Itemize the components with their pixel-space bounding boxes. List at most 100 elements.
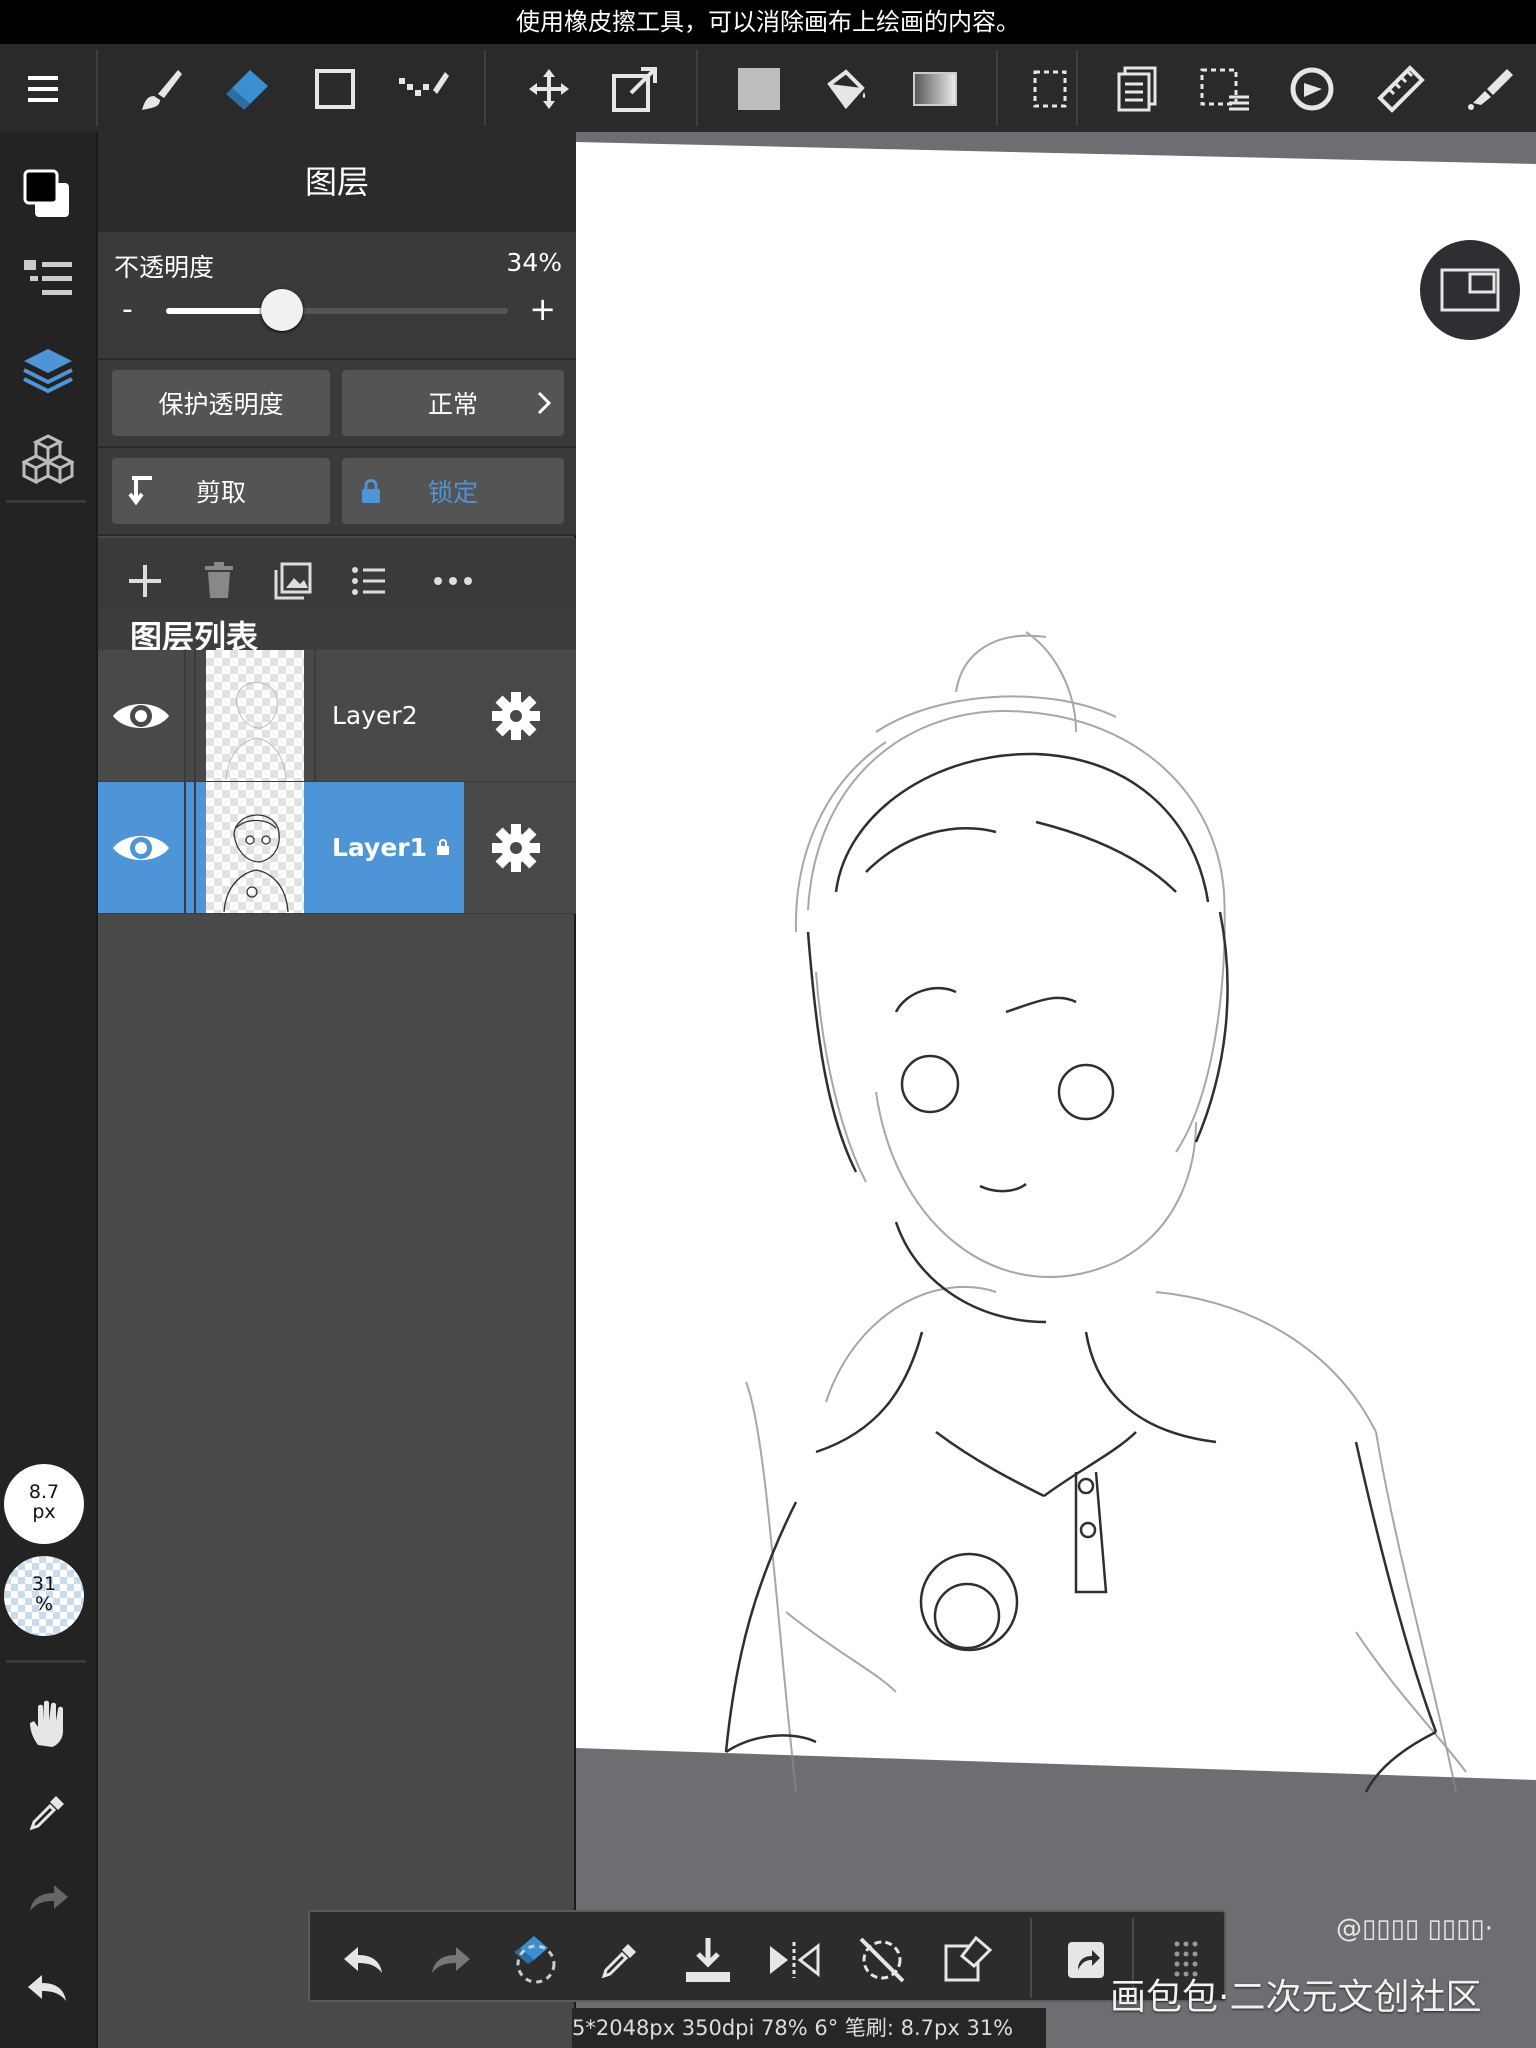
toolbar-divider [484, 50, 486, 126]
opacity-row: 不透明度 34% - + [98, 232, 576, 360]
opacity-minus-button[interactable]: - [122, 292, 133, 327]
lock-button[interactable]: 锁定 [342, 458, 564, 524]
perspective-icon[interactable] [1462, 62, 1516, 116]
opacity-slider-knob[interactable] [261, 289, 304, 331]
flip-icon[interactable] [766, 1932, 822, 1988]
top-toolbar [0, 44, 1536, 132]
blend-mode-button[interactable]: 正常 [342, 370, 564, 436]
eraser-icon[interactable] [220, 62, 274, 116]
layer-row-layer1[interactable]: Layer1 [98, 782, 576, 914]
canvas-preview-button[interactable] [1420, 240, 1520, 340]
materials-icon[interactable] [18, 428, 78, 488]
app: 使用橡皮擦工具，可以消除画布上绘画的内容。 8.7 px 31 % 图层 不透明… [0, 0, 1536, 2048]
redo-icon[interactable] [18, 1868, 78, 1928]
eye-icon [113, 703, 169, 728]
protect-alpha-button[interactable]: 保护透明度 [112, 370, 330, 436]
layer-thumbnail [206, 782, 304, 913]
layer-panel: 图层 不透明度 34% - + 保护透明度 正常 剪取 锁定 图层列表 Laye… [96, 132, 576, 2048]
layer-settings-icon[interactable] [490, 822, 542, 874]
clip-arrow-icon [128, 476, 152, 506]
protect-alpha-label: 保护透明度 [158, 390, 284, 419]
layer-name: Layer2 [332, 701, 418, 730]
drawing-canvas[interactable] [576, 132, 1536, 2048]
copy-layer-icon[interactable] [1110, 62, 1164, 116]
more-options-icon[interactable] [428, 556, 478, 606]
eyedropper-icon[interactable] [18, 1782, 78, 1842]
rectangle-icon[interactable] [308, 62, 362, 116]
status-bar: 5*2048px 350dpi 78% 6° 笔刷: 8.7px 31% [572, 2008, 1046, 2048]
dot-brush-icon[interactable] [396, 62, 450, 116]
toolbar-divider [96, 50, 98, 126]
row-divider [314, 782, 316, 913]
visibility-toggle[interactable] [98, 650, 186, 781]
bottom-divider [1030, 1918, 1032, 1998]
brush-opacity-button[interactable]: 31 % [4, 1556, 84, 1636]
clear-layer-icon[interactable] [940, 1932, 996, 1988]
hand-icon[interactable] [18, 1694, 78, 1754]
menu-icon[interactable] [16, 62, 70, 116]
save-download-icon[interactable] [680, 1932, 736, 1988]
gradient-icon[interactable] [908, 62, 962, 116]
list-icon[interactable] [344, 556, 394, 606]
color-swatch-icon[interactable] [18, 164, 78, 224]
brush-size-unit: px [32, 1501, 56, 1523]
brush-icon[interactable] [134, 62, 188, 116]
panel-title: 图层 [98, 132, 576, 232]
layer-list-header: 图层列表 [98, 608, 576, 656]
clip-label: 剪取 [195, 478, 246, 507]
layer-thumbnail [206, 650, 304, 781]
clip-button[interactable]: 剪取 [112, 458, 330, 524]
undo-icon[interactable] [18, 1958, 78, 2018]
share-icon[interactable] [1058, 1932, 1114, 1988]
trash-icon[interactable] [194, 556, 244, 606]
blend-mode-label: 正常 [427, 390, 478, 419]
opacity-value: 34% [506, 248, 562, 277]
ruler-icon[interactable] [1374, 62, 1428, 116]
redo-icon[interactable] [422, 1932, 478, 1988]
toolbar-divider [996, 50, 998, 126]
bottom-toolbar [308, 1910, 1226, 2002]
clip-lock-row: 剪取 锁定 [98, 448, 576, 536]
eye-icon [113, 835, 169, 860]
watermark: 画包包·二次元文创社区 [1110, 1977, 1482, 2018]
add-layer-icon[interactable] [120, 556, 170, 606]
toolbar-divider [696, 50, 698, 126]
sidebar-divider [6, 1660, 86, 1663]
left-sidebar: 8.7 px 31 % [0, 132, 96, 2048]
row-divider [314, 650, 316, 781]
layer-settings-icon[interactable] [490, 690, 542, 742]
row-divider [194, 782, 196, 913]
rotate-reset-icon[interactable] [854, 1932, 910, 1988]
fill-color-icon[interactable] [732, 62, 786, 116]
brush-size-button[interactable]: 8.7 px [4, 1464, 84, 1544]
opacity-slider[interactable] [166, 289, 508, 331]
brush-opacity-unit: % [34, 1593, 54, 1615]
move-icon[interactable] [522, 62, 576, 116]
row-divider [194, 650, 196, 781]
brush-size-value: 8.7 [28, 1481, 60, 1503]
eraser-switch-icon[interactable] [506, 1932, 562, 1988]
preview-icon [1440, 268, 1500, 312]
chevron-right-icon [537, 391, 552, 415]
watermark-user: @▯▯▯▯ ▯▯▯▯· [1336, 1914, 1493, 1944]
lock-icon [362, 479, 380, 503]
eyedropper-icon[interactable] [592, 1932, 648, 1988]
canvas-area[interactable] [576, 132, 1536, 2048]
selection-icon[interactable] [1024, 62, 1078, 116]
sidebar-divider [6, 500, 86, 503]
opacity-plus-button[interactable]: + [529, 290, 556, 328]
layer-name: Layer1 [332, 833, 428, 862]
layer-list-icon[interactable] [18, 250, 78, 310]
toolbar-divider [1076, 50, 1078, 126]
select-menu-icon[interactable] [1198, 62, 1252, 116]
layer-lock-icon [437, 839, 449, 855]
lasso-icon[interactable] [1286, 62, 1340, 116]
layer-image-icon[interactable] [268, 556, 318, 606]
layers-icon[interactable] [18, 340, 78, 400]
undo-icon[interactable] [336, 1932, 392, 1988]
bucket-icon[interactable] [820, 62, 874, 116]
transform-icon[interactable] [608, 62, 662, 116]
layer-row-layer2[interactable]: Layer2 [98, 650, 576, 782]
visibility-toggle[interactable] [98, 782, 186, 913]
hint-bar: 使用橡皮擦工具，可以消除画布上绘画的内容。 [0, 0, 1536, 44]
